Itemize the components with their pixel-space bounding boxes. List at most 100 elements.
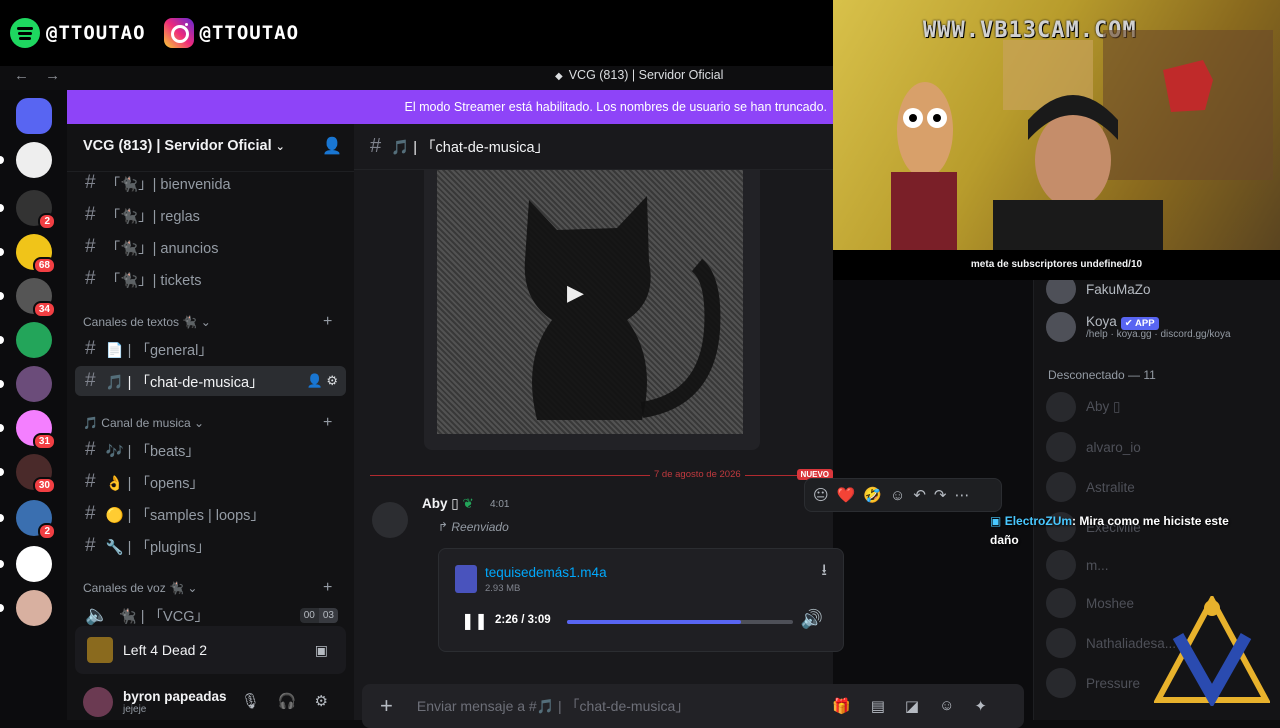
hash-icon: # [85,204,96,225]
member-name: Astralite [1086,479,1135,495]
hash-icon: # [85,370,96,391]
channel-label: 🎶 | 「beats」 [105,443,200,460]
user-info[interactable]: byron papeadas jejeje [123,689,227,715]
download-icon[interactable]: ⭳ [821,559,827,586]
avatar[interactable] [372,502,408,538]
server-icon[interactable] [16,366,52,402]
server-header[interactable]: VCG (813) | Servidor Oficial ⌄ [83,138,285,154]
spotify-handle-text: @TTOUTAO [46,22,146,44]
member-item[interactable]: m... [1046,550,1109,580]
member-item[interactable]: Pressure [1046,668,1140,698]
gif-icon[interactable]: ▤ [871,697,885,715]
headphones-icon[interactable]: 🎧 [278,692,297,710]
server-icon[interactable] [16,546,52,582]
channel-label: 「🐈‍⬛」| reglas [105,208,200,225]
channel-bienvenida[interactable]: # 「🐈‍⬛」| bienvenida [75,168,346,198]
member-item[interactable]: Astralite [1046,472,1135,502]
activity-label: Left 4 Dead 2 [123,642,208,658]
server-vcg-icon[interactable] [16,142,52,178]
emoji-icon[interactable]: ☺ [939,697,954,715]
category-text-channels[interactable]: Canales de textos 🐈‍⬛ ⌄ + [83,313,332,330]
channel-sidebar: VCG (813) | Servidor Oficial ⌄ 👤 # 「🐈‍⬛」| … [67,124,354,720]
channel-tickets[interactable]: # 「🐈‍⬛」| tickets [75,264,346,294]
add-channel-icon[interactable]: + [323,579,332,597]
server-icon[interactable]: 34 [16,278,56,318]
server-icon[interactable]: 30 [16,454,56,494]
channel-beats[interactable]: # 🎶 | 「beats」 [75,435,346,465]
member-item[interactable]: Aby ▯ [1046,392,1120,422]
date-divider-text: 7 de agosto de 2026 [650,469,745,480]
avatar[interactable] [83,687,113,717]
apps-icon[interactable]: ✦ [974,697,987,715]
channel-label: 🔧 | 「plugins」 [105,539,211,556]
reaction-rofl[interactable]: 🤣 [863,486,882,504]
sticker-icon[interactable]: ◪ [905,697,919,715]
member-item[interactable]: Koya ✔ APP/help · koya.gg · discord.gg/ko… [1046,312,1231,342]
category-music[interactable]: 🎵 Canal de musica ⌄ + [83,414,332,431]
add-channel-icon[interactable]: + [323,414,332,432]
server-icon[interactable]: 2 [16,190,56,230]
social-overlay: @TTOUTAO @TTOUTAO [0,0,833,66]
microphone-icon[interactable]: 🎙 [241,692,260,710]
add-reaction-icon[interactable]: ☺ [890,487,905,504]
hash-icon: # [370,135,382,157]
subscriber-goal: meta de subscriptores undefined/10 [833,250,1280,280]
channel-samples-loops[interactable]: # 🟡 | 「samples | loops」 [75,499,346,529]
more-icon[interactable]: ⋯ [955,486,970,504]
member-name: alvaro_io [1086,439,1141,455]
nav-arrows[interactable]: ← → [14,67,66,84]
add-channel-icon[interactable]: + [323,313,332,331]
avatar [1046,432,1076,462]
member-item[interactable]: alvaro_io [1046,432,1141,462]
channel-reglas[interactable]: # 「🐈‍⬛」| reglas [75,200,346,230]
category-voice-channels[interactable]: Canales de voz 🐈‍⬛ ⌄ + [83,579,332,596]
gear-icon[interactable]: ⚙ [315,692,328,710]
voice-user-count: 00 03 [299,607,338,623]
avatar [1046,588,1076,618]
chat-badge-icon: ▣ [990,514,1002,528]
author-name: Aby ▯ [422,496,459,511]
message-actions-bar: 😐 ❤️ 🤣 ☺ ↶ ↷ ⋯ [804,478,1002,512]
cat-drawing-image[interactable]: ▶ [437,170,743,434]
reaction-heart[interactable]: ❤️ [837,486,856,504]
black-cat-drawing: ▶ [524,196,721,420]
stream-icon[interactable]: ▣ [315,642,328,659]
channel-general[interactable]: # 📄 | 「general」 [75,334,346,364]
channel-opens[interactable]: # 👌 | 「opens」 [75,467,346,497]
image-embed[interactable]: ▶ [424,170,760,450]
streamer-mode-text: El modo Streamer está habilitado. Los no… [404,100,827,114]
spotify-icon [10,18,40,48]
gear-icon[interactable]: ⚙ [326,373,338,388]
file-name-link[interactable]: tequisedemás1.m4a [485,565,607,580]
member-item[interactable]: Moshee [1046,588,1134,618]
file-size: 2.93 MB [485,583,521,594]
chat-header: # 🎵 | 「chat-de-musica」 [354,124,833,170]
playback-progress-bar[interactable] [567,620,793,624]
attach-plus-icon[interactable]: + [380,693,393,719]
channel-plugins[interactable]: # 🔧 | 「plugins」 [75,531,346,561]
server-icon[interactable]: 31 [16,410,56,450]
gift-icon[interactable]: 🎁 [832,697,851,715]
forward-icon[interactable]: ↷ [934,486,947,504]
webcam-overlay: WWW.VB13CAM.COM [833,0,1280,250]
composer-icons: 🎁 ▤ ◪ ☺ ✦ [832,697,987,715]
server-icon[interactable]: 2 [16,500,56,540]
discord-home-icon[interactable] [16,98,52,134]
message-composer[interactable]: + Enviar mensaje a #🎵 | 「chat-de-musica」… [362,684,1024,728]
invite-people-icon[interactable]: 👤 [322,136,342,156]
message-author[interactable]: Aby ▯ ❦ [422,496,474,512]
channel-chat-de-musica[interactable]: # 🎵 | 「chat-de-musica」 👤 ⚙ [75,366,346,396]
unread-pill [0,248,4,256]
reaction-neutral-face[interactable]: 😐 [813,486,829,504]
volume-icon[interactable]: 🔊 [801,609,823,630]
server-icon[interactable] [16,590,52,626]
username: byron papeadas [123,689,227,704]
avatar [1046,472,1076,502]
activity-panel[interactable]: Left 4 Dead 2 ▣ [75,626,346,674]
server-icon[interactable]: 68 [16,234,56,274]
server-icon[interactable] [16,322,52,358]
add-member-icon[interactable]: 👤 [307,373,323,388]
reply-icon[interactable]: ↶ [913,486,926,504]
channel-anuncios[interactable]: # 「🐈‍⬛」| anuncios [75,232,346,262]
pause-button[interactable]: ❚❚ [461,611,488,631]
